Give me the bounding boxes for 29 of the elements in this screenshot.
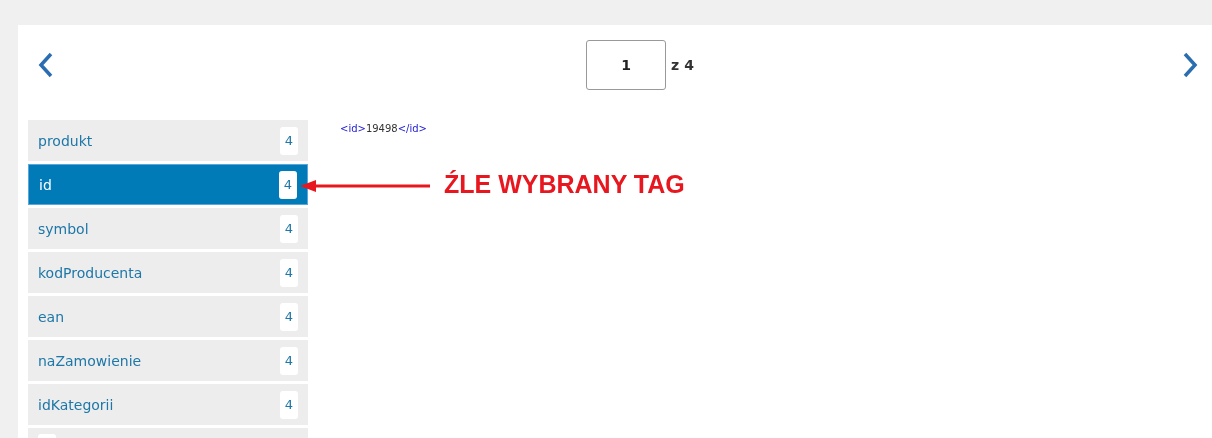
count-badge: 4 xyxy=(280,126,298,155)
count-badge: 4 xyxy=(280,346,298,375)
tag-name: symbol xyxy=(38,220,89,237)
count-badge: 4 xyxy=(280,302,298,331)
tag-list-item[interactable]: ean 4 xyxy=(28,296,308,337)
tag-name: produkt xyxy=(38,132,93,149)
tag-name: ean xyxy=(38,308,65,325)
annotation-text: ŹLE WYBRANY TAG xyxy=(444,170,685,199)
tag-list-item[interactable]: id 4 xyxy=(28,164,308,205)
count-badge: 4 xyxy=(279,170,297,199)
tag-list-item[interactable]: idKategorii 4 xyxy=(28,384,308,425)
tag-list-item[interactable]: symbol 4 xyxy=(28,208,308,249)
previous-button[interactable] xyxy=(38,52,54,78)
chevron-left-icon xyxy=(38,52,54,78)
tag-list-item[interactable]: produkt 4 xyxy=(28,120,308,161)
tag-name: idKategorii xyxy=(38,396,114,413)
tag-name: naZamowienie xyxy=(38,352,142,369)
chevron-right-icon xyxy=(1182,52,1198,78)
tag-name: id xyxy=(39,176,52,193)
tag-name: kodProducenta xyxy=(38,264,143,281)
count-badge: 4 xyxy=(280,258,298,287)
xml-preview: <id>19498</id> xyxy=(340,122,427,134)
tag-list-item[interactable]: naZamowienie 4 xyxy=(28,340,308,381)
page-input[interactable]: 1 xyxy=(586,40,667,90)
tag-list-item[interactable]: kodProducenta 4 xyxy=(28,252,308,293)
page-total: z 4 xyxy=(671,57,694,73)
count-badge: 4 xyxy=(280,390,298,419)
next-button[interactable] xyxy=(1182,52,1198,78)
count-badge: 4 xyxy=(280,214,298,243)
